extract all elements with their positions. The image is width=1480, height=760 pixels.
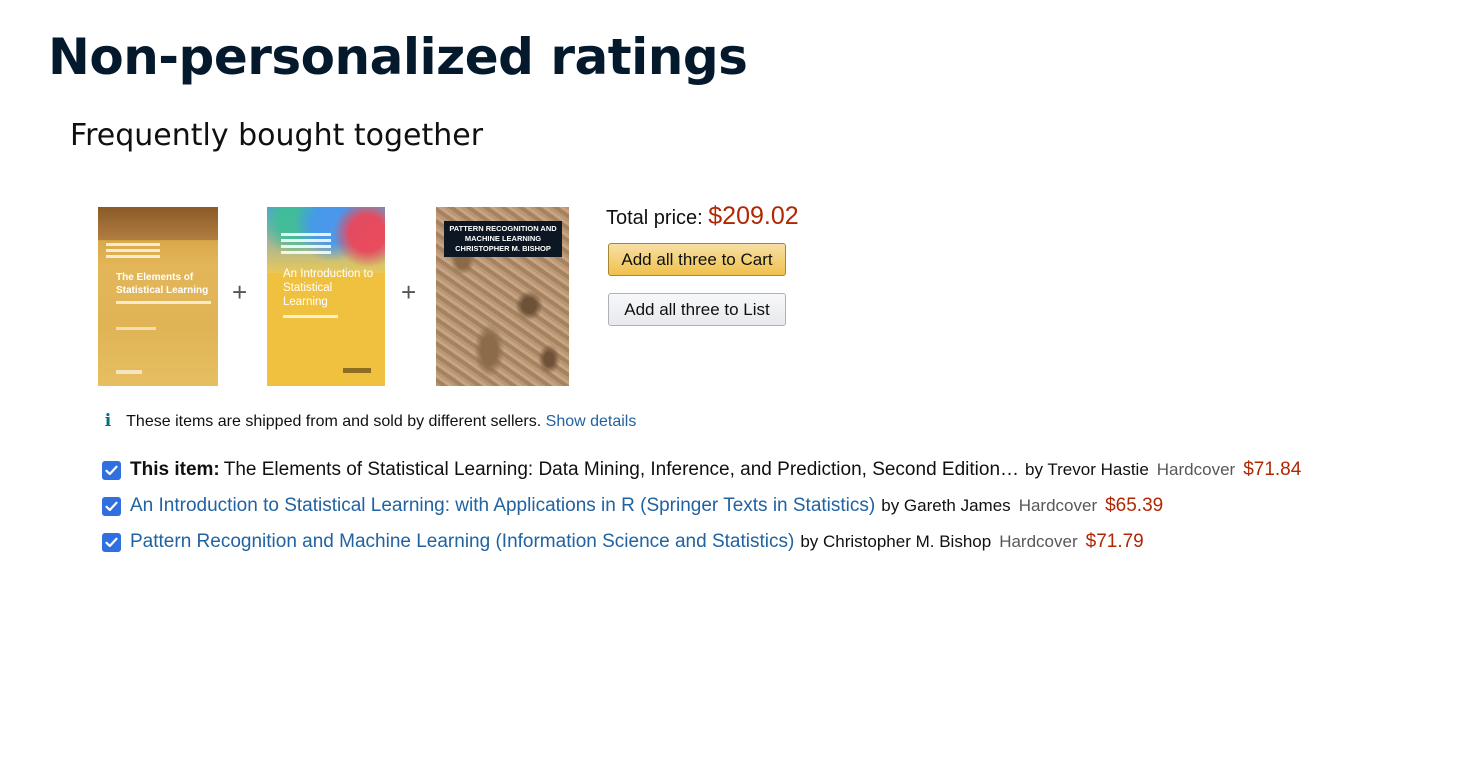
frequently-bought-together-heading: Frequently bought together xyxy=(70,118,484,153)
item-author: by Trevor Hastie xyxy=(1025,460,1149,479)
item-checkbox[interactable] xyxy=(102,532,121,552)
cover-author-lines xyxy=(106,243,166,261)
item-format: Hardcover xyxy=(1018,496,1098,515)
item-price: $71.84 xyxy=(1243,459,1302,480)
slide-title: Non-personalized ratings xyxy=(48,28,748,86)
checkmark-icon xyxy=(105,501,118,511)
item-checkbox[interactable] xyxy=(102,460,121,480)
item-price: $71.79 xyxy=(1085,531,1144,552)
show-details-link[interactable]: Show details xyxy=(546,413,637,430)
plus-icon: + xyxy=(401,277,417,307)
item-title-link[interactable]: An Introduction to Statistical Learning:… xyxy=(130,493,875,519)
item-title-link[interactable]: Pattern Recognition and Machine Learning… xyxy=(130,529,794,555)
book-cover-elements-of-statistical-learning[interactable]: The Elements of Statistical Learning xyxy=(98,207,218,386)
book-cover-intro-statistical-learning[interactable]: An Introduction to Statistical Learning xyxy=(267,207,385,386)
item-price: $65.39 xyxy=(1105,495,1164,516)
list-item: An Introduction to Statistical Learning:… xyxy=(102,488,1301,524)
total-price-label: Total price: xyxy=(606,207,703,229)
total-price: Total price: $209.02 xyxy=(606,202,799,232)
sellers-notice: i These items are shipped from and sold … xyxy=(102,410,637,433)
add-all-to-cart-button[interactable]: Add all three to Cart xyxy=(608,243,786,276)
cover-subtitle-line xyxy=(283,315,338,318)
cover-subtitle-line xyxy=(116,301,211,304)
plus-icon: + xyxy=(232,277,248,307)
cover-publisher-mark xyxy=(116,370,142,374)
cover-author: CHRISTOPHER M. BISHOP xyxy=(455,244,551,253)
item-author: by Gareth James xyxy=(881,496,1011,515)
cover-title-label: PATTERN RECOGNITION AND MACHINE LEARNING… xyxy=(444,221,562,257)
cover-title: The Elements of Statistical Learning xyxy=(116,272,209,296)
total-price-amount: $209.02 xyxy=(708,202,799,230)
item-checkbox[interactable] xyxy=(102,496,121,516)
checkmark-icon xyxy=(105,537,118,547)
cover-author-lines xyxy=(281,233,331,257)
cover-band xyxy=(98,207,218,240)
add-all-to-list-button[interactable]: Add all three to List xyxy=(608,293,786,326)
item-author: by Christopher M. Bishop xyxy=(800,532,992,551)
sellers-notice-text: These items are shipped from and sold by… xyxy=(126,413,542,430)
cover-title: An Introduction to Statistical Learning xyxy=(283,268,374,308)
item-title: The Elements of Statistical Learning: Da… xyxy=(223,459,1020,480)
checkmark-icon xyxy=(105,465,118,475)
item-format: Hardcover xyxy=(1156,460,1236,479)
list-item: This item: The Elements of Statistical L… xyxy=(102,452,1301,488)
cover-publisher-mark xyxy=(343,368,371,373)
book-cover-pattern-recognition[interactable]: PATTERN RECOGNITION AND MACHINE LEARNING… xyxy=(436,207,569,386)
cover-title: PATTERN RECOGNITION AND MACHINE LEARNING xyxy=(449,224,557,243)
cover-edition-line xyxy=(116,327,156,330)
item-format: Hardcover xyxy=(999,532,1078,551)
list-item: Pattern Recognition and Machine Learning… xyxy=(102,524,1301,560)
bundle-item-list: This item: The Elements of Statistical L… xyxy=(102,452,1301,560)
info-icon: i xyxy=(104,411,112,431)
bundle-panel: The Elements of Statistical Learning + A… xyxy=(98,202,818,390)
this-item-label: This item: xyxy=(130,459,220,480)
